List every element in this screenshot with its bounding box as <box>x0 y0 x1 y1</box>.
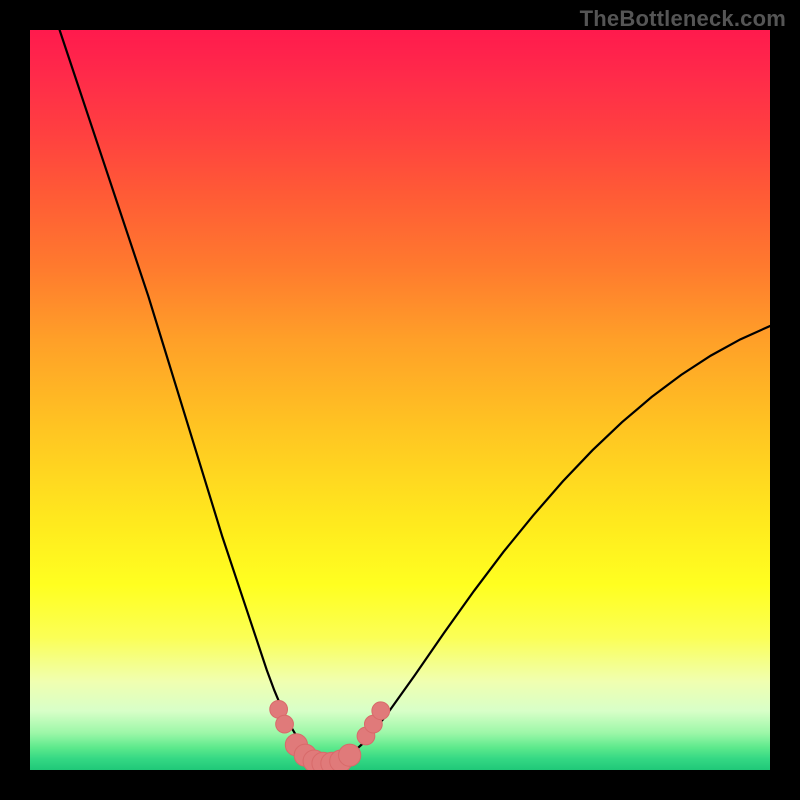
curve-marker <box>276 715 294 733</box>
plot-area <box>30 30 770 770</box>
watermark-text: TheBottleneck.com <box>580 6 786 32</box>
chart-frame: TheBottleneck.com <box>0 0 800 800</box>
curve-layer <box>30 30 770 770</box>
curve-markers <box>270 700 390 770</box>
curve-marker <box>339 744 361 766</box>
curve-marker <box>372 702 390 720</box>
bottleneck-curve <box>60 30 770 763</box>
